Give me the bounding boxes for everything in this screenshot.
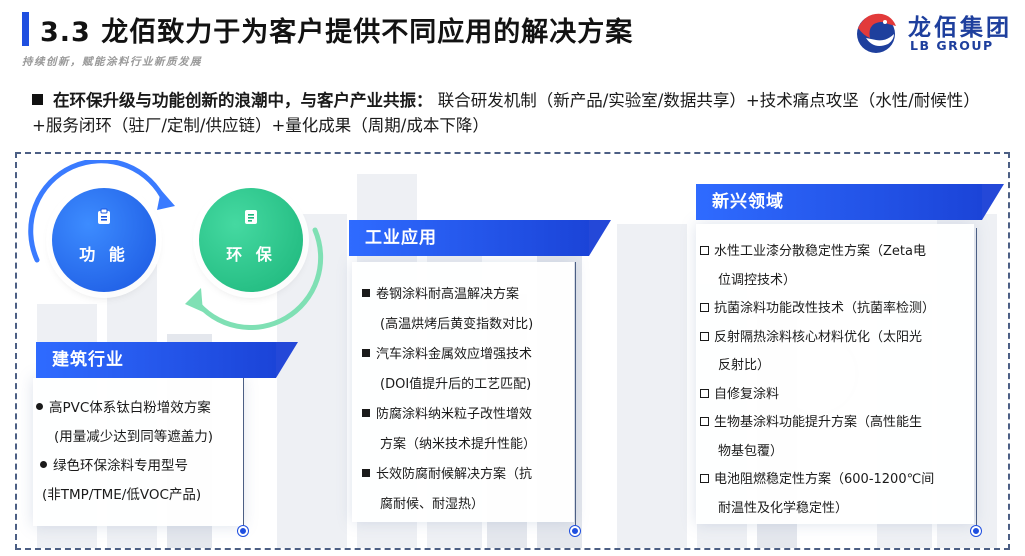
connector-line <box>575 262 576 528</box>
emerging-list: 水性工业漆分散稳定性方案（Zeta电 位调控技术） 抗菌涂料功能改性技术（抗菌率… <box>700 238 972 523</box>
connector-line <box>243 378 244 528</box>
title-accent-bar <box>22 12 29 46</box>
dot-bullet-icon <box>40 461 47 468</box>
square-bullet-icon <box>32 94 43 105</box>
list-item: 卷钢涂料耐高温解决方案 <box>362 280 574 310</box>
list-item-note: 物基包覆） <box>718 443 784 459</box>
page-subtitle: 持续创新，赋能涂料行业新质发展 <box>22 56 202 68</box>
list-item-note: (非TMP/TME/低VOC产品) <box>42 487 202 503</box>
list-item: 反射隔热涂料核心材料优化（太阳光 <box>700 324 972 353</box>
list-item: 生物基涂料功能提升方案（高性能生 <box>700 409 972 438</box>
timeline-node-icon <box>971 526 981 536</box>
list-item-note: 反射比） <box>718 358 771 373</box>
logo-english-name: LB GROUP <box>910 38 994 53</box>
list-item: 水性工业漆分散稳定性方案（Zeta电 <box>700 238 972 267</box>
list-item: 自修复涂料 <box>700 381 972 410</box>
logo-chinese-name: 龙佰集团 <box>908 15 1012 41</box>
list-item: 防腐涂料纳米粒子改性增效 <box>362 400 574 430</box>
dot-bullet-icon <box>36 403 43 410</box>
list-item: 抗菌涂料功能改性技术（抗菌率检测） <box>700 295 972 324</box>
checkbox-square-icon <box>700 331 709 341</box>
connector-line <box>976 228 977 528</box>
timeline-node-icon <box>570 526 580 536</box>
checkbox-square-icon <box>700 474 709 483</box>
intro-paragraph: 在环保升级与功能创新的浪潮中，与客户产业共振： 联合研发机制（新产品/实验室/数… <box>32 88 1007 138</box>
square-bullet-icon <box>362 469 370 477</box>
list-item-note: 耐温性及化学稳定性） <box>718 500 849 516</box>
checkbox-square-icon <box>700 417 709 426</box>
list-item: 绿色环保涂料专用型号 <box>36 452 246 481</box>
intro-lead: 在环保升级与功能创新的浪潮中，与客户产业共振： <box>53 91 433 110</box>
company-logo: 龙佰集团 LB GROUP <box>852 8 1020 56</box>
list-item-note: (DOI值提升后的工艺匹配) <box>380 377 532 392</box>
page-title: 3.3 龙佰致力于为客户提供不同应用的解决方案 <box>40 17 634 48</box>
list-item-note: 位调控技术） <box>718 272 797 288</box>
list-item-note: (用量减少达到同等遮盖力) <box>54 429 214 445</box>
emerging-banner: 新兴领域 <box>696 184 1004 220</box>
building-banner: 建筑行业 <box>36 342 298 378</box>
list-item-note: (高温烘烤后黄变指数对比) <box>380 317 534 332</box>
list-item: 高PVC体系钛白粉增效方案 <box>36 394 246 423</box>
list-item: 汽车涂料金属效应增强技术 <box>362 340 574 370</box>
list-item: 长效防腐耐候解决方案（抗 <box>362 460 574 490</box>
checkbox-square-icon <box>700 246 709 255</box>
dragon-logo-icon <box>857 13 896 53</box>
square-bullet-icon <box>362 349 370 357</box>
list-item: 电池阻燃稳定性方案（600-1200℃间 <box>700 466 972 495</box>
square-bullet-icon <box>362 289 370 297</box>
square-bullet-icon <box>362 409 370 417</box>
list-item-note: 方案（纳米技术提升性能） <box>380 437 537 452</box>
building-list: 高PVC体系钛白粉增效方案 (用量减少达到同等遮盖力) 绿色环保涂料专用型号 (… <box>36 394 246 510</box>
checkbox-square-icon <box>700 388 709 398</box>
timeline-node-icon <box>238 526 248 536</box>
list-item-note: 腐耐候、耐湿热） <box>380 497 485 512</box>
industrial-list: 卷钢涂料耐高温解决方案 (高温烘烤后黄变指数对比) 汽车涂料金属效应增强技术 (… <box>362 280 574 520</box>
industrial-banner: 工业应用 <box>349 220 611 256</box>
checkbox-square-icon <box>700 303 709 312</box>
